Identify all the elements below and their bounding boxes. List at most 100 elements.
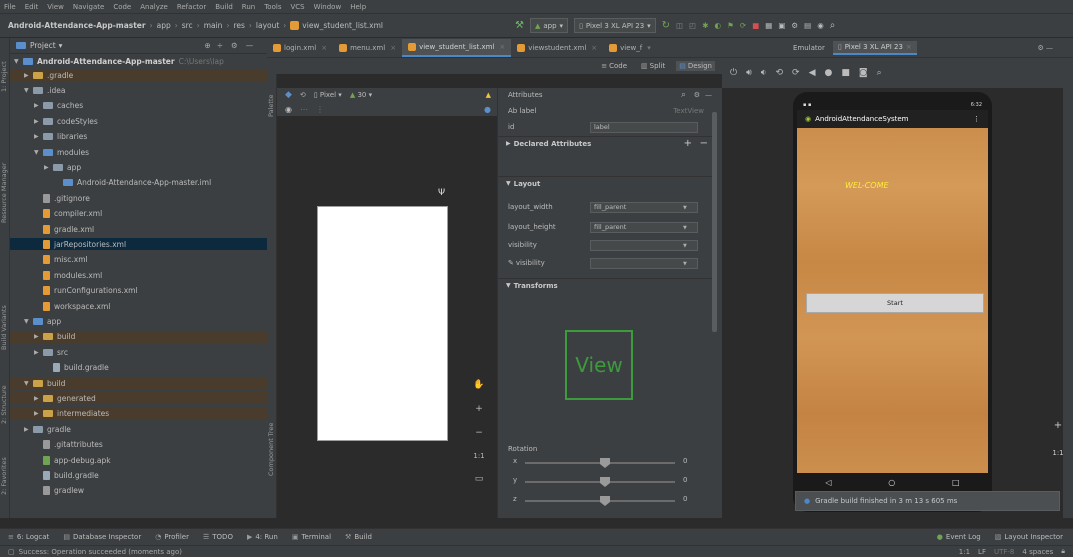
tree-item[interactable]: ▶ intermediates <box>10 407 267 420</box>
tree-item[interactable]: ▶ generated <box>10 392 267 405</box>
layout-width-select[interactable]: fill_parent ▼ <box>590 202 698 213</box>
stop-icon[interactable]: ■ <box>752 21 759 30</box>
emulator-device-tab[interactable]: ▯ Pixel 3 XL API 23 × <box>832 40 917 55</box>
palette-tab[interactable]: Palette <box>267 86 277 126</box>
menu-file[interactable]: File <box>4 3 16 11</box>
avd-manager-icon[interactable]: ▦ <box>765 21 772 30</box>
breadcrumb-file[interactable]: view_student_list.xml <box>302 21 383 30</box>
lock-icon[interactable]: 🔒︎ <box>1061 547 1065 556</box>
status-toggle-icon[interactable]: ▢ <box>8 548 15 556</box>
tree-item[interactable]: ▼ .idea <box>10 84 267 96</box>
build-variants-tab[interactable]: Build Variants <box>0 300 10 356</box>
device-home-icon[interactable]: ○ <box>888 478 895 487</box>
tree-item[interactable]: misc.xml <box>10 254 267 266</box>
code-mode-button[interactable]: ≡ Code <box>598 61 630 71</box>
overflow-menu-icon[interactable]: ⋮ <box>973 115 980 123</box>
tree-item[interactable]: ▶ .gradle <box>10 69 267 81</box>
attributes-scrollbar[interactable] <box>712 112 717 332</box>
close-tab-icon[interactable]: × <box>390 44 396 52</box>
device-select-canvas[interactable]: ▯ Pixel ▾ <box>314 91 342 99</box>
zoom-icon[interactable]: ⌕ <box>877 68 882 78</box>
info-icon[interactable]: ● <box>484 105 491 114</box>
attributes-hide-icon[interactable]: — <box>705 91 712 99</box>
home-icon[interactable]: ● <box>824 68 832 78</box>
volume-up-icon[interactable]: 🔊︎ <box>746 68 752 78</box>
visibility-select[interactable]: ▼ <box>590 240 698 251</box>
bottom-tool-1[interactable]: ▤ Database Inspector <box>63 533 141 541</box>
tree-item[interactable]: Android-Attendance-App-master.iml <box>10 177 267 189</box>
breadcrumb-src[interactable]: src <box>182 21 193 30</box>
run-config-select[interactable]: ▲ app ▾ <box>529 18 569 33</box>
tools-visibility-select[interactable]: ▼ <box>590 258 698 269</box>
tree-item[interactable]: gradlew <box>10 485 267 497</box>
collapsed-arrow-icon[interactable]: ▶ <box>34 118 43 125</box>
bottom-tool-4[interactable]: ▶ 4: Run <box>247 533 278 541</box>
collapsed-arrow-icon[interactable]: ▶ <box>34 102 43 109</box>
favorites-tab[interactable]: 2: Favorites <box>0 450 10 502</box>
menu-help[interactable]: Help <box>350 3 366 11</box>
menu-code[interactable]: Code <box>113 3 131 11</box>
tree-item[interactable]: ▶ app <box>10 161 267 173</box>
file-encoding[interactable]: UTF-8 <box>994 548 1014 556</box>
search-icon[interactable]: ⌕ <box>830 20 836 31</box>
tree-item[interactable]: ▶ codeStyles <box>10 115 267 127</box>
tree-item[interactable]: app-debug.apk <box>10 454 267 466</box>
menu-tools[interactable]: Tools <box>264 3 281 11</box>
rotate-left-icon[interactable]: ⟲ <box>775 68 783 78</box>
breadcrumb-main[interactable]: main <box>204 21 223 30</box>
structure-tab[interactable]: 2: Structure <box>0 378 10 432</box>
collapsed-arrow-icon[interactable]: ▶ <box>34 333 43 340</box>
screenshot-icon[interactable]: ◙ <box>859 68 868 78</box>
transforms-section[interactable]: ▼ Transforms <box>498 278 716 292</box>
device-back-icon[interactable]: ◁ <box>825 478 831 487</box>
remove-attribute-icon[interactable]: − <box>700 138 708 149</box>
account-icon[interactable]: ◉ <box>817 21 824 30</box>
editor-tab[interactable]: viewstudent.xml × <box>511 39 603 57</box>
close-tab-icon[interactable]: × <box>591 44 597 52</box>
bottom-tool-0[interactable]: ≡ 6: Logcat <box>8 533 49 541</box>
tree-item[interactable]: ▼ build <box>10 377 267 389</box>
eye-icon[interactable]: ◉ <box>285 105 292 114</box>
menu-build[interactable]: Build <box>215 3 233 11</box>
tree-root[interactable]: ▼ Android-Attendance-App-master C:\Users… <box>10 55 267 67</box>
editor-tab[interactable]: view_f ▾ <box>603 39 657 57</box>
menu-navigate[interactable]: Navigate <box>73 3 104 11</box>
apply-code-icon[interactable]: ⚑ <box>727 21 734 30</box>
emulator-zoom-ratio[interactable]: 1:1 <box>1052 449 1063 457</box>
tree-item[interactable]: build.gradle <box>10 362 267 374</box>
fit-screen-icon[interactable]: ▭ <box>475 474 484 484</box>
bottom-tool-3[interactable]: ☰ TODO <box>203 533 233 541</box>
indent-setting[interactable]: 4 spaces <box>1022 548 1053 556</box>
event-log-button[interactable]: ● Event Log <box>937 533 981 541</box>
line-separator[interactable]: LF <box>978 548 986 556</box>
hide-icon[interactable]: — <box>246 41 254 50</box>
tree-item[interactable]: ▼ app <box>10 315 267 327</box>
api-select[interactable]: ▲ 30 ▾ <box>350 91 372 99</box>
emulator-tab-label[interactable]: Emulator <box>793 44 825 52</box>
menu-edit[interactable]: Edit <box>25 3 39 11</box>
collapsed-arrow-icon[interactable]: ▶ <box>34 349 43 356</box>
tree-item[interactable]: ▶ build <box>10 330 267 343</box>
profile-icon[interactable]: ◰ <box>689 21 696 30</box>
project-view-select[interactable]: Project <box>30 41 56 50</box>
tree-item[interactable]: ▶ gradle <box>10 423 267 435</box>
pan-hand-icon[interactable]: ✋ <box>473 380 484 390</box>
tree-item[interactable]: .gitattributes <box>10 439 267 451</box>
volume-down-icon[interactable]: 🔉︎ <box>761 68 767 78</box>
menu-analyze[interactable]: Analyze <box>140 3 168 11</box>
expanded-arrow-icon[interactable]: ▼ <box>24 318 33 325</box>
emulator-zoom-in-icon[interactable]: + <box>1054 420 1062 431</box>
resource-manager-tab[interactable]: Resource Manager <box>0 158 10 228</box>
breadcrumb-res[interactable]: res <box>233 21 244 30</box>
rotate-right-icon[interactable]: ⟳ <box>792 68 800 78</box>
tree-item[interactable]: modules.xml <box>10 269 267 281</box>
menu-vcs[interactable]: VCS <box>290 3 304 11</box>
tree-item[interactable]: ▶ src <box>10 346 267 358</box>
editor-tab[interactable]: view_student_list.xml × <box>402 39 512 57</box>
editor-tab[interactable]: login.xml × <box>267 39 333 57</box>
power-icon[interactable]: ⏻ <box>730 68 737 78</box>
tree-item[interactable]: build.gradle <box>10 469 267 481</box>
declared-attributes-section[interactable]: ▶ Declared Attributes + − <box>498 136 716 150</box>
tree-item[interactable]: ▶ libraries <box>10 131 267 143</box>
device-manager-icon[interactable]: ▤ <box>804 21 811 30</box>
